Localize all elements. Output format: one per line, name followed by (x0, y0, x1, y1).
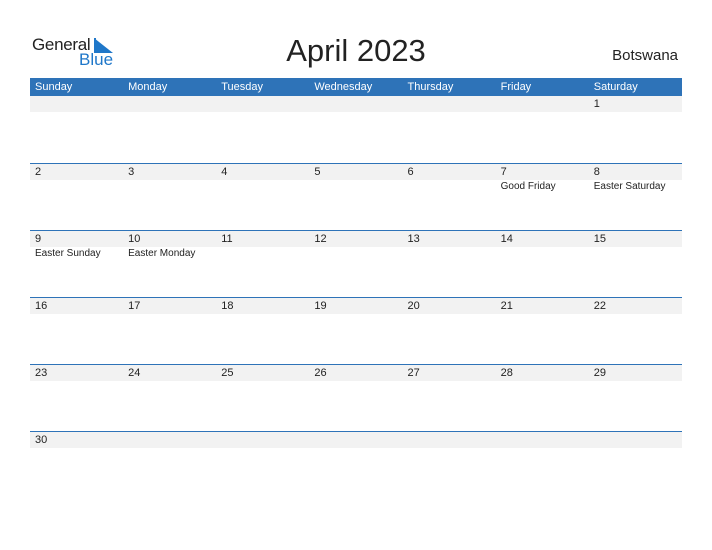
day-number (496, 96, 589, 112)
week-row: 9 10 11 12 13 14 15 Easter Sunday Easter Monday (30, 230, 682, 297)
week-row: 23 24 25 26 27 28 29 (30, 364, 682, 431)
day-number (216, 96, 309, 112)
calendar-grid: Sunday Monday Tuesday Wednesday Thursday… (30, 78, 682, 498)
holiday-label (496, 247, 589, 261)
day-number: 30 (35, 434, 48, 446)
date-strip: 2 3 4 5 6 7 8 (30, 164, 682, 180)
holiday-label (403, 247, 496, 261)
day-number: 8 (593, 166, 600, 178)
holiday-label (123, 180, 216, 194)
day-number (123, 432, 216, 448)
day-number: 1 (593, 98, 600, 110)
date-strip: 16 17 18 19 20 21 22 (30, 298, 682, 314)
day-number: 23 (35, 367, 48, 379)
holiday-label: Easter Saturday (593, 181, 666, 192)
day-number: 15 (593, 233, 606, 245)
holiday-label: Easter Monday (128, 248, 196, 259)
day-number: 20 (407, 300, 420, 312)
day-number: 7 (500, 166, 507, 178)
day-number: 11 (221, 233, 233, 245)
day-number: 2 (35, 166, 42, 178)
day-number: 16 (35, 300, 48, 312)
day-number: 21 (500, 300, 513, 312)
day-number: 5 (314, 166, 321, 178)
holiday-label: Good Friday (500, 181, 556, 192)
weekday-header: Sunday Monday Tuesday Wednesday Thursday… (30, 78, 682, 96)
date-strip: 1 (30, 96, 682, 112)
weekday-saturday: Saturday (593, 81, 638, 93)
day-number (309, 96, 402, 112)
holiday-label: Easter Sunday (35, 248, 101, 259)
day-number (589, 432, 682, 448)
date-strip: 23 24 25 26 27 28 29 (30, 365, 682, 381)
day-number (496, 432, 589, 448)
day-number: 27 (407, 367, 420, 379)
day-number: 29 (593, 367, 606, 379)
day-number: 28 (500, 367, 513, 379)
weekday-tuesday: Tuesday (221, 81, 264, 93)
week-row: 2 3 4 5 6 7 8 Good Friday Easter Saturday (30, 163, 682, 230)
weekday-sunday: Sunday (35, 81, 73, 93)
day-number (309, 432, 402, 448)
country-label: Botswana (612, 47, 678, 64)
day-number: 3 (128, 166, 135, 178)
date-strip: 30 (30, 432, 682, 448)
holiday-label (216, 180, 309, 194)
holiday-label (216, 247, 309, 261)
weekday-thursday: Thursday (407, 81, 454, 93)
day-number: 10 (128, 233, 141, 245)
day-number: 25 (221, 367, 234, 379)
day-number: 26 (314, 367, 327, 379)
events-row: Easter Sunday Easter Monday (30, 247, 682, 261)
weeks-container: 1 2 3 4 5 6 7 8 Good Friday Easter Saturday 9 10 11 1… (30, 96, 682, 498)
holiday-label (403, 180, 496, 194)
day-number: 6 (407, 166, 414, 178)
day-number: 14 (500, 233, 513, 245)
events-row: Good Friday Easter Saturday (30, 180, 682, 194)
date-strip: 9 10 11 12 13 14 15 (30, 231, 682, 247)
day-number (30, 96, 123, 112)
day-number: 9 (35, 233, 42, 245)
day-number: 24 (128, 367, 141, 379)
weekday-friday: Friday (500, 81, 532, 93)
week-row: 1 (30, 96, 682, 163)
day-number: 12 (314, 233, 327, 245)
weekday-wednesday: Wednesday (314, 81, 373, 93)
week-row: 16 17 18 19 20 21 22 (30, 297, 682, 364)
day-number: 19 (314, 300, 327, 312)
day-number: 13 (407, 233, 420, 245)
weekday-monday: Monday (128, 81, 168, 93)
day-number: 17 (128, 300, 141, 312)
holiday-label (309, 180, 402, 194)
week-row: 30 (30, 431, 682, 498)
day-number: 18 (221, 300, 234, 312)
holiday-label (30, 180, 123, 194)
day-number (403, 96, 496, 112)
day-number: 4 (221, 166, 228, 178)
holiday-label (589, 247, 682, 261)
page-title: April 2023 (286, 33, 426, 68)
holiday-label (309, 247, 402, 261)
day-number: 22 (593, 300, 606, 312)
day-number (216, 432, 309, 448)
day-number (403, 432, 496, 448)
day-number (123, 96, 216, 112)
